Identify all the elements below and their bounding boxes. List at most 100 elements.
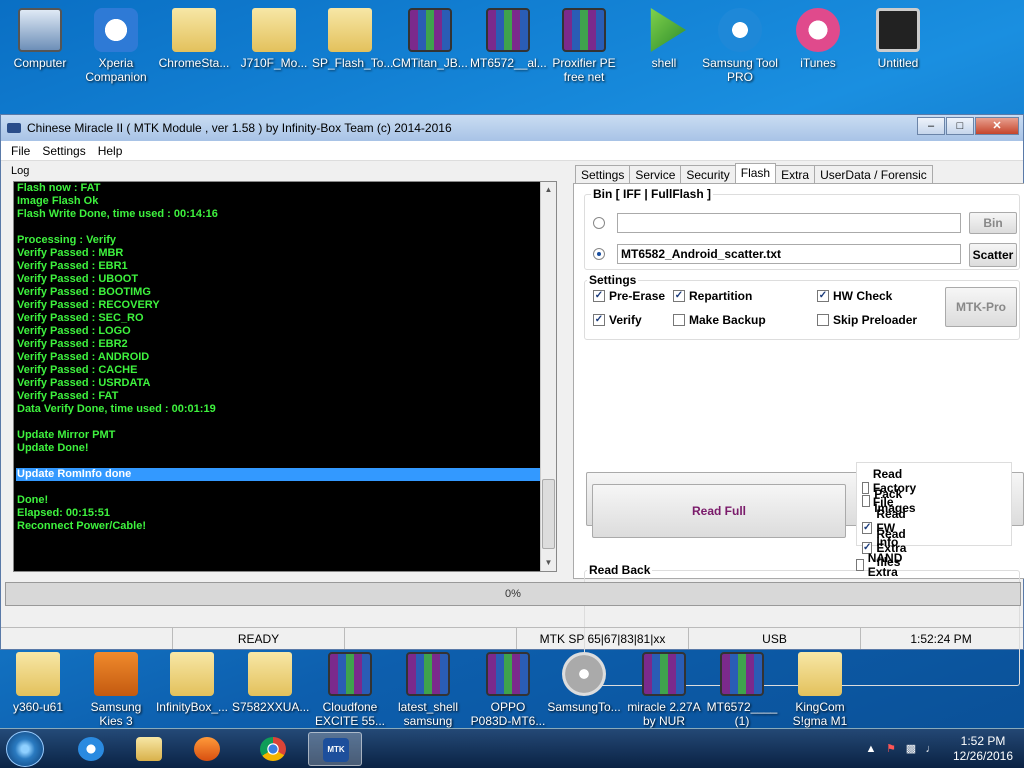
- desktop-icon[interactable]: KingCom S!gma M1: [782, 652, 858, 728]
- folder-icon: [252, 8, 296, 52]
- desktop-icon-label: Untitled: [877, 56, 919, 70]
- menu-bar: File Settings Help: [1, 141, 1023, 161]
- desktop-icon-label: y360-u61: [12, 700, 64, 714]
- repartition-checkbox[interactable]: ✓: [673, 290, 685, 302]
- skip-preloader-checkbox[interactable]: [817, 314, 829, 326]
- desktop-icon[interactable]: iTunes: [780, 8, 856, 70]
- tab-settings[interactable]: Settings: [575, 165, 631, 183]
- taskbar-ie[interactable]: [64, 732, 118, 766]
- network-icon[interactable]: ▩: [904, 742, 918, 756]
- desktop-icon-label: miracle 2.27A by NUR: [627, 700, 701, 728]
- status-port: USB: [689, 628, 861, 649]
- title-bar[interactable]: Chinese Miracle II ( MTK Module , ver 1.…: [1, 115, 1023, 141]
- read-full-button[interactable]: Read Full: [592, 484, 846, 538]
- log-line: Verify Passed : LOGO: [17, 325, 131, 337]
- maximize-button[interactable]: □: [946, 117, 974, 135]
- log-line: Update RomInfo done: [16, 468, 540, 481]
- action-center-icon[interactable]: ⚑: [884, 742, 898, 756]
- hw-check-option[interactable]: ✓ HW Check: [817, 289, 892, 303]
- desktop-icon[interactable]: ChromeSta...: [156, 8, 232, 70]
- pack-images-checkbox[interactable]: [862, 495, 871, 507]
- desktop-icon[interactable]: latest_shell samsung: [390, 652, 466, 728]
- bin-path-field[interactable]: [617, 213, 961, 233]
- log-line: Verify Passed : EBR2: [17, 338, 128, 350]
- system-tray: ▲ ⚑ ▩ ♩ 1:52 PM 12/26/2016: [858, 729, 1018, 768]
- start-button[interactable]: [6, 731, 44, 767]
- scatter-radio[interactable]: [593, 248, 605, 260]
- volume-icon[interactable]: ♩: [924, 742, 938, 756]
- desktop-icon-label: Cloudfone EXCITE 55...: [314, 700, 386, 728]
- desktop-icon[interactable]: J710F_Mo...: [236, 8, 312, 70]
- desktop-icon[interactable]: Samsung Tool PRO: [702, 8, 778, 84]
- scroll-up-icon[interactable]: ▲: [541, 182, 556, 198]
- bin-button[interactable]: Bin: [969, 212, 1017, 234]
- tab-userdata-forensic[interactable]: UserData / Forensic: [814, 165, 933, 183]
- close-button[interactable]: ✕: [975, 117, 1019, 135]
- bin-radio[interactable]: [593, 217, 605, 229]
- desktop-icon[interactable]: InfinityBox_...: [154, 652, 230, 714]
- menu-help[interactable]: Help: [92, 144, 129, 158]
- desktop-icon-label: latest_shell samsung: [397, 700, 459, 728]
- tab-extra[interactable]: Extra: [775, 165, 816, 183]
- verify-option[interactable]: ✓ Verify: [593, 313, 642, 327]
- repartition-option[interactable]: ✓ Repartition: [673, 289, 752, 303]
- pre-erase-checkbox[interactable]: ✓: [593, 290, 605, 302]
- desktop-icon[interactable]: Proxifier PE free net: [546, 8, 622, 84]
- scroll-down-icon[interactable]: ▼: [541, 555, 556, 571]
- desktop-icon[interactable]: CMTitan_JB...: [392, 8, 468, 70]
- make-backup-checkbox[interactable]: [673, 314, 685, 326]
- tab-security[interactable]: Security: [680, 165, 736, 183]
- taskbar-mtk[interactable]: MTK: [308, 732, 362, 766]
- progress-text: 0%: [505, 588, 521, 600]
- scatter-path-field[interactable]: MT6582_Android_scatter.txt: [617, 244, 961, 264]
- desktop-icon[interactable]: SamsungTo...: [546, 652, 622, 714]
- hw-check-checkbox[interactable]: ✓: [817, 290, 829, 302]
- make-backup-option[interactable]: Make Backup: [673, 313, 766, 327]
- log-panel[interactable]: Flash now : FAT Image Flash Ok Flash Write…: [13, 181, 557, 572]
- scatter-button[interactable]: Scatter: [969, 243, 1017, 267]
- scroll-thumb[interactable]: [542, 479, 555, 549]
- tab-service[interactable]: Service: [629, 165, 682, 183]
- desktop-icon[interactable]: Untitled: [860, 8, 936, 70]
- desktop-icon[interactable]: MT6572__al...: [470, 8, 547, 70]
- desktop-icon-label: OPPO P083D-MT6...: [470, 700, 546, 728]
- log-lines: Flash now : FAT Image Flash Ok Flash Write…: [16, 182, 540, 533]
- tab-flash[interactable]: Flash: [734, 163, 777, 183]
- desktop-icon[interactable]: Cloudfone EXCITE 55...: [312, 652, 388, 728]
- menu-file[interactable]: File: [5, 144, 36, 158]
- desktop-icon-label: Computer: [13, 56, 67, 70]
- winrar-icon: [720, 652, 764, 696]
- taskbar-explorer[interactable]: [122, 732, 176, 766]
- pre-erase-option[interactable]: ✓ Pre-Erase: [593, 289, 665, 303]
- minimize-button[interactable]: –: [917, 117, 945, 135]
- desktop-icon[interactable]: SP_Flash_To...: [312, 8, 393, 70]
- desktop-icon[interactable]: y360-u61: [0, 652, 76, 714]
- log-scrollbar[interactable]: ▲ ▼: [540, 182, 556, 571]
- log-line: Verify Passed : RECOVERY: [17, 299, 160, 311]
- menu-settings[interactable]: Settings: [36, 144, 91, 158]
- window-controls: – □ ✕: [916, 117, 1019, 135]
- log-line: Update Done!: [17, 442, 89, 454]
- verify-checkbox[interactable]: ✓: [593, 314, 605, 326]
- status-spacer-2: [345, 628, 517, 649]
- desktop-icon[interactable]: Samsung Kies 3: [78, 652, 154, 728]
- desktop-icon[interactable]: S7582XXUA...: [232, 652, 309, 714]
- nand-extra-checkbox[interactable]: [856, 559, 864, 571]
- taskbar-media-player[interactable]: [180, 732, 234, 766]
- desktop-icon[interactable]: MT6572____ (1): [704, 652, 780, 728]
- desktop-icon[interactable]: shell: [626, 8, 702, 70]
- nand-extra-option[interactable]: NAND Extra: [856, 551, 907, 579]
- taskbar-chrome[interactable]: [246, 732, 300, 766]
- log-line: Verify Passed : ANDROID: [17, 351, 150, 363]
- desktop-icon[interactable]: miracle 2.27A by NUR: [626, 652, 702, 728]
- clock[interactable]: 1:52 PM 12/26/2016: [948, 734, 1018, 764]
- media-player-icon: [194, 737, 220, 761]
- skip-preloader-option[interactable]: Skip Preloader: [817, 313, 917, 327]
- mtk-pro-button[interactable]: MTK-Pro: [945, 287, 1017, 327]
- log-line: Verify Passed : CACHE: [17, 364, 138, 376]
- desktop-icon[interactable]: Xperia Companion: [78, 8, 154, 84]
- desktop-icon[interactable]: Computer: [2, 8, 78, 70]
- desktop-icon[interactable]: OPPO P083D-MT6...: [470, 652, 546, 728]
- show-hidden-icons-icon[interactable]: ▲: [864, 742, 878, 756]
